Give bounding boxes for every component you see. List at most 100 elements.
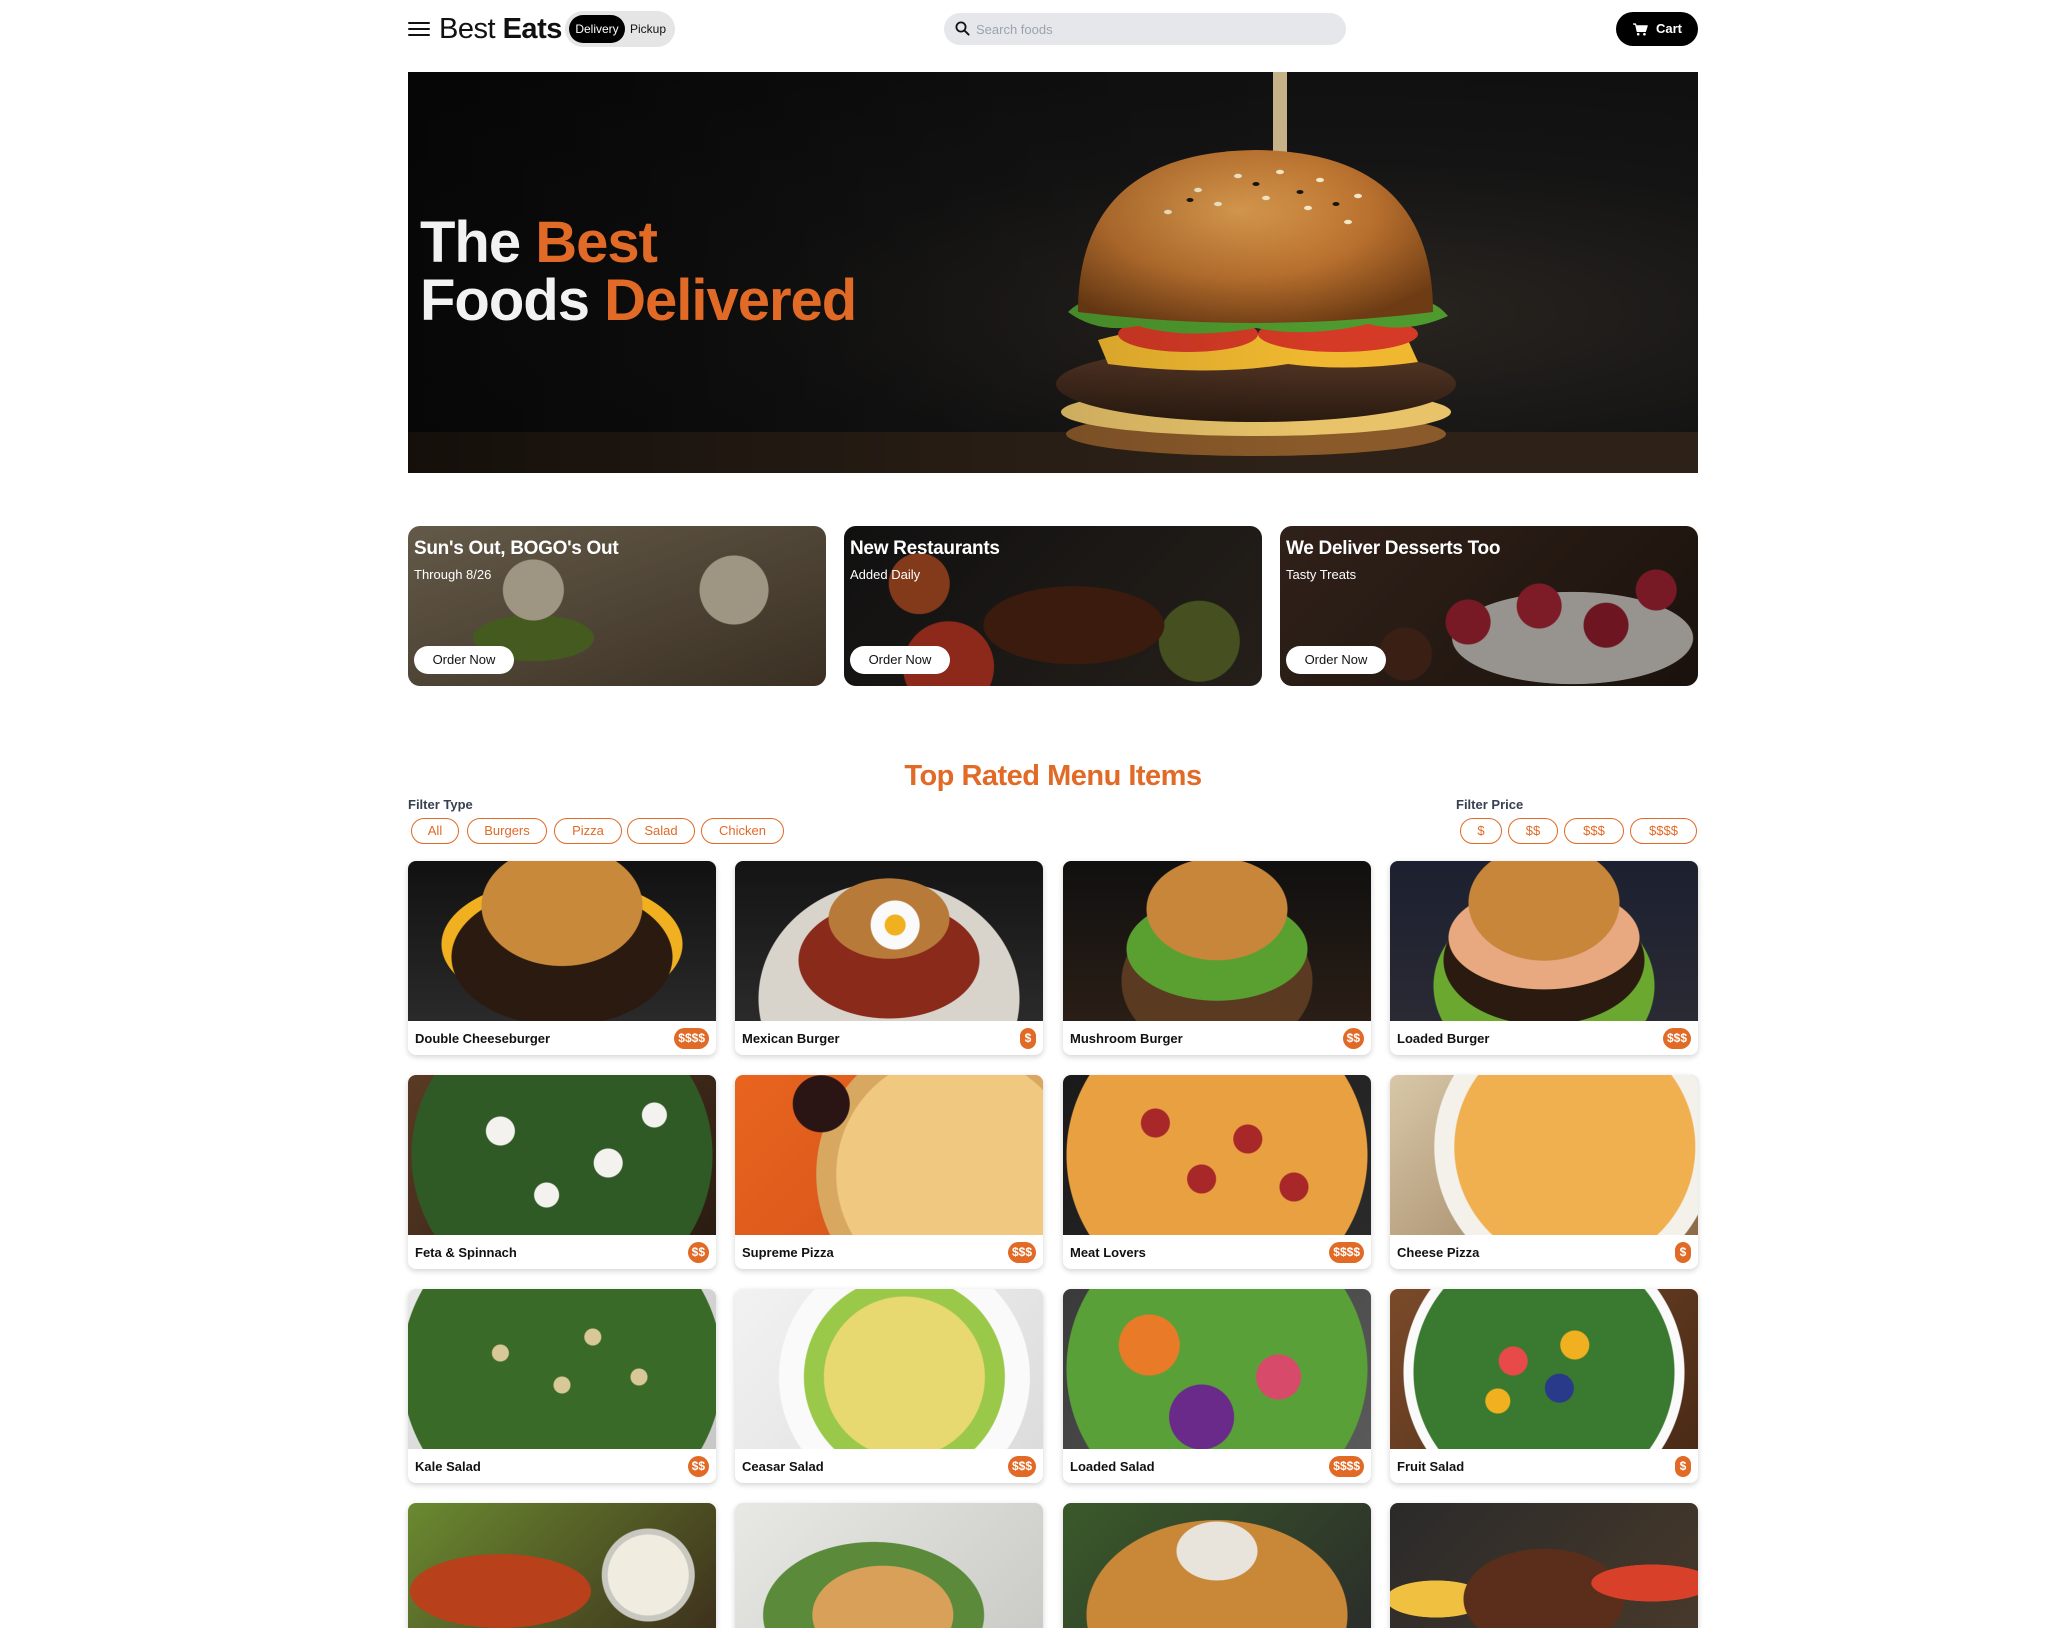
menu-item-card[interactable]: Mexican Burger $ <box>735 861 1043 1055</box>
supreme-pizza-image <box>735 1075 1043 1235</box>
filter-price-3[interactable]: $$$ <box>1564 818 1624 844</box>
hero-line-1-accent: Best <box>535 210 658 275</box>
item-name: Loaded Burger <box>1397 1031 1490 1046</box>
fruit-salad-image <box>1390 1289 1698 1449</box>
item-name: Supreme Pizza <box>742 1245 834 1260</box>
search-input[interactable] <box>976 13 1336 45</box>
price-badge: $ <box>1675 1242 1691 1263</box>
item-name: Loaded Salad <box>1070 1459 1155 1474</box>
delivery-pickup-toggle: Delivery Pickup <box>565 11 675 47</box>
loaded-burger-image <box>1390 861 1698 1021</box>
menu-item-card[interactable]: Fruit Salad $ <box>1390 1289 1698 1483</box>
item-name: Meat Lovers <box>1070 1245 1146 1260</box>
price-badge: $ <box>1675 1456 1691 1477</box>
item-name: Cheese Pizza <box>1397 1245 1480 1260</box>
price-badge: $$$$ <box>674 1028 709 1049</box>
filter-type-label: Filter Type <box>408 797 473 812</box>
menu-item-card[interactable]: Ceasar Salad $$$ <box>735 1289 1043 1483</box>
menu-item-card[interactable]: Loaded Salad $$$$ <box>1063 1289 1371 1483</box>
search-bar <box>944 13 1346 45</box>
delivery-button[interactable]: Delivery <box>569 15 625 43</box>
menu-item-card[interactable]: Cheese Pizza $ <box>1390 1075 1698 1269</box>
hero-banner: The Best Foods Delivered <box>408 72 1698 473</box>
cheese-pizza-image <box>1390 1075 1698 1235</box>
double-cheeseburger-image <box>408 861 716 1021</box>
promo-title: New Restaurants <box>850 538 1000 559</box>
hero-line-1: The Best <box>420 214 856 272</box>
pickup-button[interactable]: Pickup <box>625 15 671 43</box>
chicken-wings-image <box>408 1503 716 1628</box>
hero-headline: The Best Foods Delivered <box>420 214 857 330</box>
order-now-button[interactable]: Order Now <box>1286 646 1386 674</box>
menu-item-card[interactable]: Feta & Spinnach $$ <box>408 1075 716 1269</box>
item-name: Kale Salad <box>415 1459 481 1474</box>
price-badge: $$$ <box>1007 1242 1036 1263</box>
logo-light-text: Best <box>439 13 496 45</box>
price-badge: $$ <box>687 1456 709 1477</box>
filter-type-pizza[interactable]: Pizza <box>554 818 622 844</box>
item-name: Fruit Salad <box>1397 1459 1465 1474</box>
section-title: Top Rated Menu Items <box>904 760 1202 792</box>
filter-type-chicken[interactable]: Chicken <box>701 818 784 844</box>
menu-item-card[interactable] <box>1063 1503 1371 1628</box>
filter-price-1[interactable]: $ <box>1460 818 1502 844</box>
order-now-button[interactable]: Order Now <box>850 646 950 674</box>
loaded-salad-image <box>1063 1289 1371 1449</box>
filter-price-2[interactable]: $$ <box>1508 818 1558 844</box>
promo-card-new-restaurants: New Restaurants Added Daily Order Now <box>844 526 1262 686</box>
hero-line-2-accent: Delivered <box>604 268 857 333</box>
promo-subtitle: Through 8/26 <box>414 567 492 582</box>
filter-type-salad[interactable]: Salad <box>627 818 695 844</box>
hero-line-2-plain: Foods <box>420 268 605 333</box>
price-badge: $$$$ <box>1329 1242 1364 1263</box>
top-nav: Best Eats Delivery Pickup Cart <box>408 10 1698 48</box>
item-name: Feta & Spinnach <box>415 1245 517 1260</box>
hero-line-1-plain: The <box>420 210 536 275</box>
promo-title: Sun's Out, BOGO's Out <box>414 538 619 559</box>
cart-icon <box>1633 23 1648 36</box>
menu-item-card[interactable]: Double Cheeseburger $$$$ <box>408 861 716 1055</box>
menu-item-card[interactable] <box>408 1503 716 1628</box>
filter-type-all[interactable]: All <box>411 818 459 844</box>
promo-card-desserts: We Deliver Desserts Too Tasty Treats Ord… <box>1280 526 1698 686</box>
caesar-salad-image <box>735 1289 1043 1449</box>
kale-salad-image <box>408 1289 716 1449</box>
order-now-button[interactable]: Order Now <box>414 646 514 674</box>
filter-type-burgers[interactable]: Burgers <box>467 818 547 844</box>
feta-spinach-pizza-image <box>408 1075 716 1235</box>
menu-item-card[interactable] <box>1390 1503 1698 1628</box>
filter-price-label: Filter Price <box>1456 797 1524 812</box>
promo-title: We Deliver Desserts Too <box>1286 538 1501 559</box>
hero-line-2: Foods Delivered <box>420 272 857 330</box>
price-badge: $$$ <box>1007 1456 1036 1477</box>
price-badge: $$$$ <box>1329 1456 1364 1477</box>
meat-lovers-pizza-image <box>1063 1075 1371 1235</box>
logo-bold-text: Eats <box>502 13 563 45</box>
item-name: Mexican Burger <box>742 1031 840 1046</box>
price-badge: $$ <box>1342 1028 1364 1049</box>
item-name: Ceasar Salad <box>742 1459 824 1474</box>
search-icon <box>955 21 970 36</box>
cart-label: Cart <box>1656 21 1683 36</box>
filter-price-4[interactable]: $$$$ <box>1630 818 1697 844</box>
promo-card-bogo: Sun's Out, BOGO's Out Through 8/26 Order… <box>408 526 826 686</box>
mexican-burger-image <box>735 861 1043 1021</box>
menu-item-card[interactable]: Mushroom Burger $$ <box>1063 861 1371 1055</box>
menu-item-card[interactable]: Loaded Burger $$$ <box>1390 861 1698 1055</box>
chicken-skewers-image <box>1390 1503 1698 1628</box>
price-badge: $$ <box>687 1242 709 1263</box>
item-name: Mushroom Burger <box>1070 1031 1183 1046</box>
price-badge: $$$ <box>1662 1028 1691 1049</box>
roast-chicken-image <box>735 1503 1043 1628</box>
chicken-tenders-image <box>1063 1503 1371 1628</box>
promo-subtitle: Added Daily <box>850 567 921 582</box>
logo[interactable]: Best Eats <box>439 10 562 48</box>
menu-item-card[interactable]: Kale Salad $$ <box>408 1289 716 1483</box>
cart-button[interactable]: Cart <box>1616 12 1698 46</box>
menu-item-card[interactable] <box>735 1503 1043 1628</box>
hamburger-menu-icon[interactable] <box>408 18 430 40</box>
price-badge: $ <box>1020 1028 1036 1049</box>
menu-item-card[interactable]: Meat Lovers $$$$ <box>1063 1075 1371 1269</box>
item-name: Double Cheeseburger <box>415 1031 551 1046</box>
menu-item-card[interactable]: Supreme Pizza $$$ <box>735 1075 1043 1269</box>
